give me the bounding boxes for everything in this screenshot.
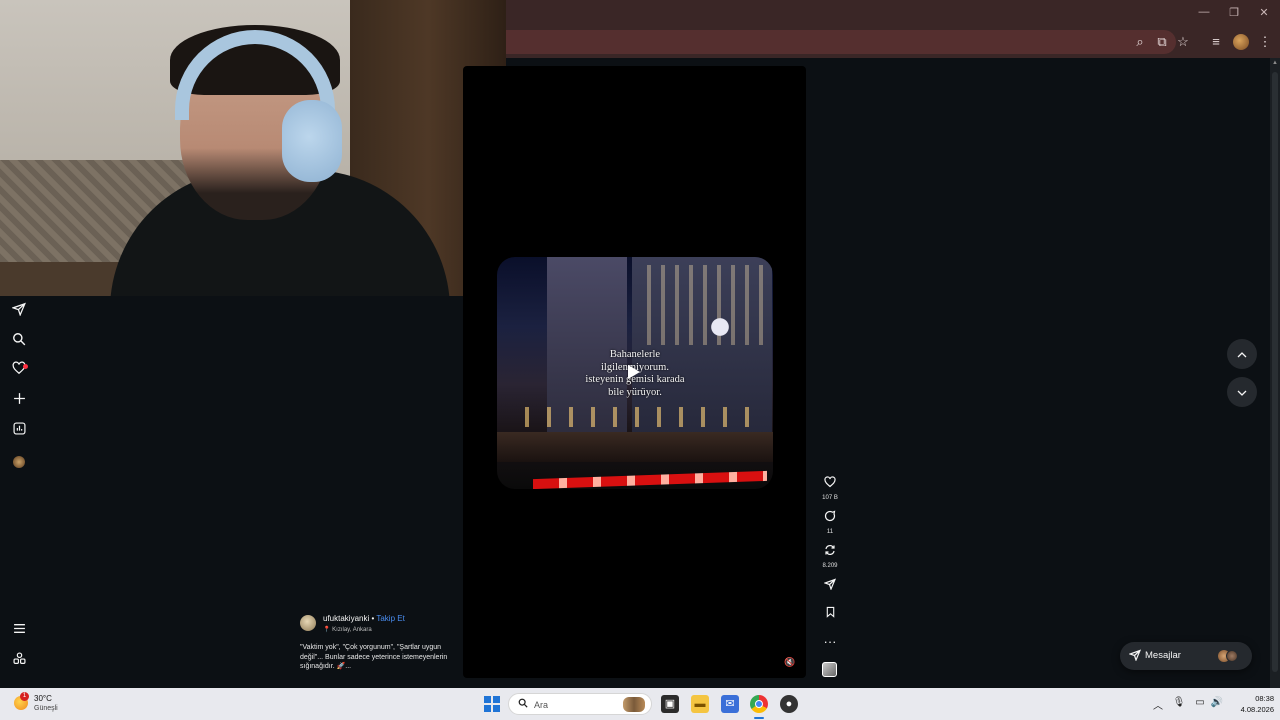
app-icon[interactable]: ● — [780, 695, 798, 713]
instagram-sidebar — [0, 296, 38, 688]
windows-taskbar: 1 30°C Güneşli Ara ▣ ▬ ✉ ● ︿ 🎙 ▭ 🔊 08:38… — [0, 688, 1280, 720]
star-icon[interactable]: ☆ — [1174, 33, 1192, 51]
active-app-indicator — [754, 717, 764, 719]
scroll-up-arrow-icon[interactable]: ▲ — [1271, 60, 1279, 68]
location-pin-icon: 📍 — [323, 627, 331, 633]
notifications-heart-icon[interactable] — [8, 359, 30, 381]
comment-action[interactable]: 11 — [815, 510, 845, 536]
repost-icon[interactable] — [815, 544, 845, 560]
mute-icon[interactable]: 🔇 — [783, 655, 797, 669]
chevron-down-icon — [1236, 385, 1248, 399]
notification-dot-icon — [23, 364, 28, 369]
share-action[interactable] — [815, 578, 845, 594]
start-button[interactable] — [484, 696, 500, 712]
bookmark-icon[interactable] — [815, 606, 845, 622]
task-view-icon[interactable]: ▣ — [661, 695, 679, 713]
weather-temperature[interactable]: 30°C — [34, 694, 52, 703]
author-avatar[interactable] — [300, 615, 316, 631]
webcam-headphone-earcup — [282, 100, 342, 182]
reel-actions: 107 B 11 8.209 ··· — [815, 474, 845, 684]
play-icon[interactable] — [628, 365, 640, 379]
next-reel-button[interactable] — [1227, 377, 1257, 407]
profile-icon[interactable] — [1233, 34, 1249, 50]
message-contact-avatar — [1226, 650, 1238, 662]
location-label: Kızılay, Ankara — [332, 627, 372, 633]
search-icon[interactable] — [8, 330, 30, 352]
follow-button[interactable]: Takip Et — [376, 614, 404, 623]
webcam-overlay — [0, 0, 506, 296]
more-menu-icon[interactable] — [8, 619, 30, 641]
heart-icon[interactable] — [815, 476, 845, 492]
taskbar-search[interactable]: Ara — [508, 693, 652, 715]
volume-icon[interactable]: 🔊 — [1210, 697, 1224, 708]
comment-icon[interactable] — [815, 510, 845, 526]
direct-messages-icon[interactable] — [8, 300, 30, 322]
taskbar-search-label: Ara — [534, 700, 549, 710]
messages-label: Mesajlar — [1145, 650, 1181, 661]
minimize-button[interactable]: — — [1194, 6, 1214, 18]
repost-action[interactable]: 8.209 — [815, 544, 845, 570]
video-street-lights — [507, 407, 767, 427]
like-count: 107 B — [822, 495, 838, 501]
reel-caption[interactable]: "Vaktim yok", "Çok yorgunum", "Şartlar u… — [300, 643, 450, 672]
weather-badge: 1 — [20, 692, 29, 701]
comment-count: 11 — [826, 529, 834, 535]
clock-date[interactable]: 4.08.2026 — [1226, 705, 1274, 714]
hidden-icons-chevron-icon[interactable]: ︿ — [1151, 697, 1165, 712]
maximize-button[interactable]: ❐ — [1224, 6, 1244, 19]
messages-icon — [1128, 649, 1142, 664]
author-line: ufuktakiyanki • Takip Et — [323, 614, 405, 623]
install-icon[interactable]: ⧉ — [1153, 33, 1171, 51]
more-options-action[interactable]: ··· — [815, 634, 845, 650]
create-plus-icon[interactable] — [8, 389, 30, 411]
close-window-button[interactable]: ✕ — [1254, 6, 1274, 19]
audio-thumbnail[interactable] — [822, 662, 837, 677]
outlook-icon[interactable]: ✉ — [721, 695, 739, 713]
taskbar-search-icon — [518, 698, 528, 711]
zoom-icon[interactable]: ⌕ — [1131, 33, 1149, 51]
messages-button[interactable]: Mesajlar — [1120, 642, 1252, 670]
chevron-up-icon — [1236, 347, 1248, 361]
weather-description[interactable]: Güneşli — [34, 705, 58, 712]
previous-reel-button[interactable] — [1227, 339, 1257, 369]
meta-apps-icon[interactable] — [8, 649, 30, 671]
video-street — [497, 432, 773, 462]
repost-count: 8.209 — [822, 563, 838, 569]
video-red-lights — [533, 470, 767, 489]
screen: — ❐ ✕ ⌕ ⧉ ☆ ≡ ⋮ ▲ Bahanelerle ilgilenmiy… — [0, 0, 1280, 720]
like-action[interactable]: 107 B — [815, 476, 845, 502]
microphone-icon[interactable]: 🎙 — [1172, 697, 1186, 708]
more-horizontal-icon[interactable]: ··· — [815, 634, 845, 650]
author-username[interactable]: ufuktakiyanki — [323, 614, 369, 623]
search-highlight-image — [623, 697, 645, 712]
reel-video[interactable]: Bahanelerle ilgilenmiyorum. isteyenin ge… — [497, 257, 773, 489]
profile-avatar[interactable] — [13, 456, 25, 468]
location-line[interactable]: 📍 Kızılay, Ankara — [323, 626, 372, 633]
scrollbar-thumb[interactable] — [1272, 72, 1278, 672]
dashboard-chart-icon[interactable] — [8, 419, 30, 441]
address-bar[interactable] — [506, 30, 1176, 54]
media-icon[interactable]: ≡ — [1207, 33, 1225, 51]
video-sign — [702, 305, 738, 349]
menu-icon[interactable]: ⋮ — [1256, 33, 1274, 51]
network-icon[interactable]: ▭ — [1193, 697, 1207, 708]
share-icon[interactable] — [815, 578, 845, 594]
windows-logo-icon — [484, 696, 491, 703]
file-explorer-icon[interactable]: ▬ — [691, 695, 709, 713]
save-action[interactable] — [815, 606, 845, 622]
chrome-icon[interactable] — [750, 695, 768, 713]
clock-time[interactable]: 08:38 — [1238, 694, 1274, 703]
